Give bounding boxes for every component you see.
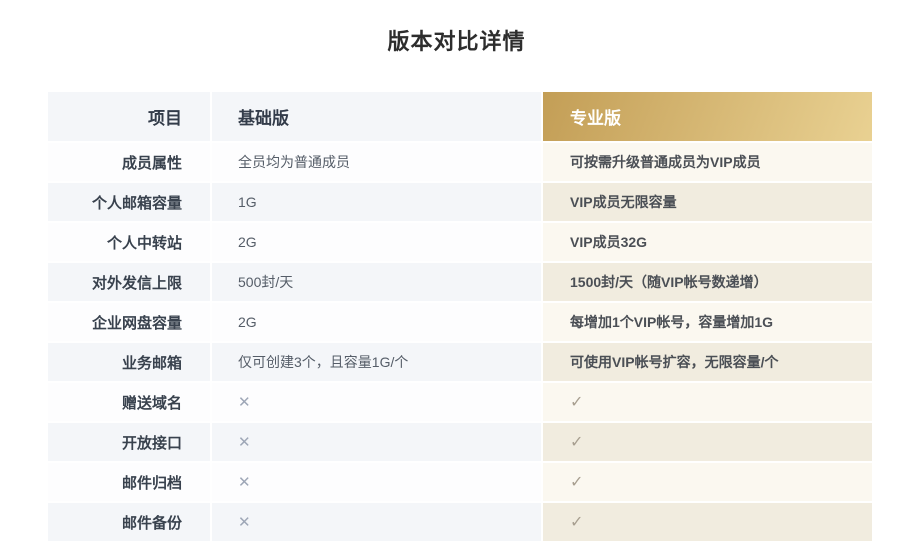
pro-value-cell: 1500封/天（随VIP帐号数递增） bbox=[543, 263, 872, 301]
row-label-cell: 开放接口 bbox=[48, 423, 210, 461]
basic-value-cell: 仅可创建3个，且容量1G/个 bbox=[212, 343, 541, 381]
basic-value-cell: 2G bbox=[212, 223, 541, 261]
basic-value-cell: 2G bbox=[212, 303, 541, 341]
table-row: 业务邮箱 仅可创建3个，且容量1G/个 可使用VIP帐号扩容，无限容量/个 bbox=[48, 343, 872, 381]
row-label-cell: 企业网盘容量 bbox=[48, 303, 210, 341]
row-label-cell: 对外发信上限 bbox=[48, 263, 210, 301]
check-icon: ✓ bbox=[570, 512, 583, 532]
basic-value-cell: 1G bbox=[212, 183, 541, 221]
column-header-item: 项目 bbox=[48, 92, 210, 141]
pro-value-cell: ✓ bbox=[543, 503, 872, 541]
basic-value-cell: 500封/天 bbox=[212, 263, 541, 301]
column-header-pro: 专业版 bbox=[543, 92, 872, 141]
row-label-cell: 个人邮箱容量 bbox=[48, 183, 210, 221]
pro-value-cell: 每增加1个VIP帐号，容量增加1G bbox=[543, 303, 872, 341]
pro-value-cell: 可按需升级普通成员为VIP成员 bbox=[543, 143, 872, 181]
table-row: 对外发信上限 500封/天 1500封/天（随VIP帐号数递增） bbox=[48, 263, 872, 301]
basic-value-cell: ✕ bbox=[212, 383, 541, 421]
table-row: 个人邮箱容量 1G VIP成员无限容量 bbox=[48, 183, 872, 221]
table-row: 赠送域名 ✕ ✓ bbox=[48, 383, 872, 421]
pro-value-cell: VIP成员无限容量 bbox=[543, 183, 872, 221]
row-label-cell: 个人中转站 bbox=[48, 223, 210, 261]
table-row: 企业网盘容量 2G 每增加1个VIP帐号，容量增加1G bbox=[48, 303, 872, 341]
row-label-cell: 邮件备份 bbox=[48, 503, 210, 541]
row-label-cell: 邮件归档 bbox=[48, 463, 210, 501]
table-row: 成员属性 全员均为普通成员 可按需升级普通成员为VIP成员 bbox=[48, 143, 872, 181]
column-header-basic: 基础版 bbox=[212, 92, 541, 141]
row-label-cell: 成员属性 bbox=[48, 143, 210, 181]
pro-value-cell: ✓ bbox=[543, 463, 872, 501]
pro-value-cell: VIP成员32G bbox=[543, 223, 872, 261]
check-icon: ✓ bbox=[570, 392, 583, 412]
table-header-row: 项目 基础版 专业版 bbox=[48, 92, 872, 141]
basic-value-cell: ✕ bbox=[212, 503, 541, 541]
pro-value-cell: ✓ bbox=[543, 423, 872, 461]
pro-value-cell: ✓ bbox=[543, 383, 872, 421]
table-row: 邮件归档 ✕ ✓ bbox=[48, 463, 872, 501]
row-label-cell: 业务邮箱 bbox=[48, 343, 210, 381]
check-icon: ✓ bbox=[570, 432, 583, 452]
table-row: 开放接口 ✕ ✓ bbox=[48, 423, 872, 461]
row-label-cell: 赠送域名 bbox=[48, 383, 210, 421]
table-row: 个人中转站 2G VIP成员32G bbox=[48, 223, 872, 261]
cross-icon: ✕ bbox=[238, 473, 251, 491]
basic-value-cell: ✕ bbox=[212, 463, 541, 501]
pro-value-cell: 可使用VIP帐号扩容，无限容量/个 bbox=[543, 343, 872, 381]
page-title: 版本对比详情 bbox=[0, 24, 913, 56]
table-row: 邮件备份 ✕ ✓ bbox=[48, 503, 872, 541]
basic-value-cell: ✕ bbox=[212, 423, 541, 461]
check-icon: ✓ bbox=[570, 472, 583, 492]
comparison-table: 项目 基础版 专业版 成员属性 全员均为普通成员 可按需升级普通成员为VIP成员… bbox=[48, 92, 872, 541]
cross-icon: ✕ bbox=[238, 393, 251, 411]
cross-icon: ✕ bbox=[238, 513, 251, 531]
cross-icon: ✕ bbox=[238, 433, 251, 451]
basic-value-cell: 全员均为普通成员 bbox=[212, 143, 541, 181]
